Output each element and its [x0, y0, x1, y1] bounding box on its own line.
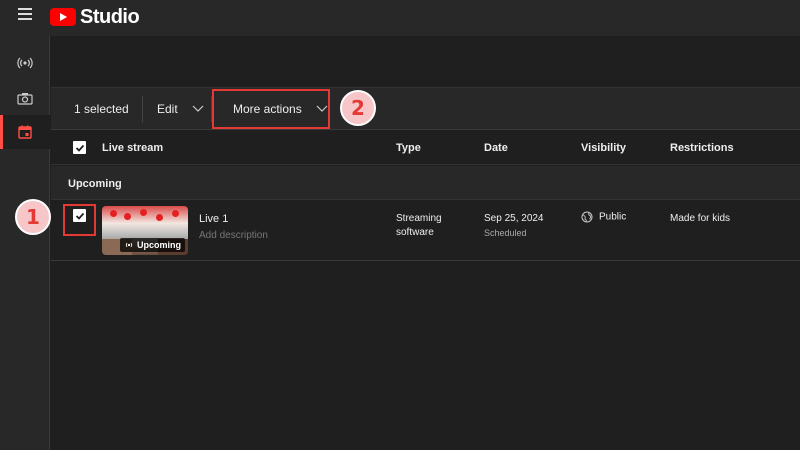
globe-icon: [581, 211, 593, 223]
type-line-1: Streaming: [396, 213, 442, 224]
add-description-link[interactable]: Add description: [199, 230, 268, 241]
divider: [142, 96, 143, 122]
upcoming-badge-label: Upcoming: [137, 240, 181, 250]
row-checkbox[interactable]: [73, 209, 86, 222]
visibility-value: Public: [599, 211, 627, 223]
edit-label: Edit: [157, 102, 178, 116]
select-all-checkbox[interactable]: [73, 141, 86, 154]
live-broadcast-icon: [125, 242, 133, 248]
date-value: Sep 25, 2024: [484, 213, 544, 224]
chevron-down-icon: [316, 105, 328, 112]
edit-dropdown[interactable]: Edit: [157, 102, 204, 116]
selected-count: 1 selected: [74, 102, 129, 116]
left-sidebar: [0, 36, 50, 450]
chevron-down-icon: [192, 105, 204, 112]
table-header-row: Live stream Type Date Visibility Restric…: [51, 131, 800, 165]
step-2-badge: 2: [340, 90, 376, 126]
column-header-visibility[interactable]: Visibility: [581, 142, 626, 154]
stream-title[interactable]: Live 1: [199, 213, 228, 225]
stream-thumbnail[interactable]: Upcoming: [102, 206, 188, 255]
youtube-logo-icon: [50, 8, 76, 26]
sidebar-item-live[interactable]: [0, 46, 50, 80]
sidebar-item-manage[interactable]: [0, 115, 50, 149]
bulk-action-bar: 1 selected Edit More actions 2: [51, 88, 800, 130]
studio-logo[interactable]: Studio: [50, 5, 140, 29]
more-actions-label: More actions: [233, 102, 302, 116]
main-content: 1 selected Edit More actions 2 Live stre…: [51, 36, 800, 450]
sidebar-item-webcam[interactable]: [0, 81, 50, 115]
table-row[interactable]: Upcoming Live 1 Add description Streamin…: [51, 201, 800, 261]
camera-icon: [17, 92, 33, 105]
calendar-icon: [18, 125, 32, 139]
date-status: Scheduled: [484, 228, 527, 238]
column-header-date[interactable]: Date: [484, 142, 508, 154]
menu-icon[interactable]: [18, 8, 32, 22]
restrictions-value: Made for kids: [670, 213, 731, 224]
column-header-type[interactable]: Type: [396, 142, 421, 154]
more-actions-dropdown[interactable]: More actions: [212, 89, 330, 129]
check-icon: [75, 212, 84, 220]
type-line-2: software: [396, 227, 434, 238]
check-icon: [75, 144, 84, 152]
visibility-cell[interactable]: Public: [581, 211, 626, 223]
top-bar: Studio: [0, 0, 800, 36]
content-header: [51, 36, 800, 88]
group-header-upcoming: Upcoming: [51, 166, 800, 200]
column-header-restrictions[interactable]: Restrictions: [670, 142, 734, 154]
live-broadcast-icon: [17, 57, 33, 69]
app-name: Studio: [80, 5, 140, 28]
group-label: Upcoming: [68, 178, 122, 190]
upcoming-badge: Upcoming: [120, 238, 185, 252]
column-header-live-stream[interactable]: Live stream: [102, 142, 163, 154]
step-1-badge: 1: [15, 199, 51, 235]
